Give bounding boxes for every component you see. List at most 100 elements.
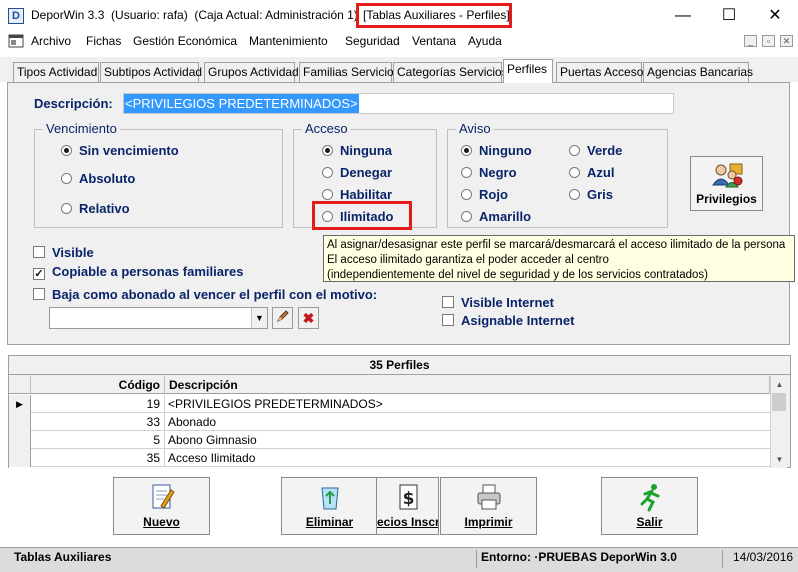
mdi-restore-button[interactable]: ▫ — [762, 35, 775, 47]
radio-rojo[interactable]: Rojo — [461, 187, 508, 202]
delete-motivo-button[interactable]: ✖ — [298, 307, 319, 329]
recycle-bin-icon — [282, 482, 377, 512]
checkbox-icon — [33, 288, 45, 300]
baja-checkbox[interactable]: Baja como abonado al vencer el perfil co… — [33, 287, 377, 302]
menu-mantenimiento[interactable]: Mantenimiento — [249, 34, 328, 48]
radio-label: Relativo — [79, 201, 130, 216]
radio-icon — [569, 145, 580, 156]
grid-title: 35 Perfiles — [9, 356, 790, 375]
imprimir-button[interactable]: Imprimir — [440, 477, 537, 535]
mdi-close-button[interactable]: ✕ — [780, 35, 793, 47]
edit-motivo-button[interactable] — [272, 307, 293, 329]
visible-checkbox[interactable]: Visible — [33, 245, 94, 260]
menu-seguridad[interactable]: Seguridad — [345, 34, 400, 48]
radio-ninguno[interactable]: Ninguno — [461, 143, 532, 158]
status-divider — [722, 550, 723, 568]
radio-ninguna[interactable]: Ninguna — [322, 143, 392, 158]
privilegios-button[interactable]: Privilegios — [690, 156, 763, 211]
aviso-group: Aviso Ninguno Negro Rojo Amarillo Verde … — [447, 121, 668, 228]
menu-archivo[interactable]: Archivo — [31, 34, 71, 48]
maximize-button[interactable]: ☐ — [706, 0, 752, 31]
checkmark-icon: ✓ — [33, 268, 45, 280]
radio-icon — [61, 203, 72, 214]
exit-runner-icon — [602, 482, 697, 512]
vencimiento-group: Vencimiento Sin vencimiento Absoluto Rel… — [34, 121, 283, 228]
scroll-up-icon[interactable]: ▲ — [771, 376, 788, 393]
radio-verde[interactable]: Verde — [569, 143, 622, 158]
tab-tipos-actividad[interactable]: Tipos Actividad — [13, 62, 99, 82]
radio-sin-vencimiento[interactable]: Sin vencimiento — [61, 143, 179, 158]
salir-label: Salir — [636, 515, 663, 529]
tab-familias-servicios[interactable]: Familias Servicios — [299, 62, 400, 82]
tooltip-line: El acceso ilimitado garantiza el poder a… — [327, 254, 609, 266]
radio-label: Denegar — [340, 165, 393, 180]
radio-selected-icon — [322, 145, 333, 156]
tab-categorias-servicios[interactable]: Categorías Servicios — [393, 62, 508, 82]
radio-gris[interactable]: Gris — [569, 187, 613, 202]
tab-subtipos-actividad[interactable]: Subtipos Actividad — [100, 62, 202, 82]
nuevo-button[interactable]: Nuevo — [113, 477, 210, 535]
precios-inscripcion-button[interactable]: $ ecios Inscri — [376, 477, 439, 535]
radio-label: Azul — [587, 165, 615, 180]
tab-agencias-bancarias[interactable]: Agencias Bancarias — [643, 62, 753, 82]
asignable-internet-checkbox[interactable]: Asignable Internet — [442, 313, 574, 328]
status-entorno: Entorno: ·PRUEBAS DeporWin 3.0 — [481, 550, 677, 564]
visible-internet-checkbox[interactable]: Visible Internet — [442, 295, 554, 310]
table-row[interactable]: 33 Abonado — [9, 413, 770, 431]
radio-habilitar[interactable]: Habilitar — [322, 187, 392, 202]
radio-selected-icon — [461, 145, 472, 156]
mdi-child-icon[interactable] — [8, 34, 24, 48]
radio-denegar[interactable]: Denegar — [322, 165, 392, 180]
descripcion-input[interactable]: <PRIVILEGIOS PREDETERMINADOS> — [123, 93, 674, 114]
tab-puertas-acceso[interactable]: Puertas Acceso — [556, 62, 643, 82]
menu-label: Mantenimiento — [249, 34, 328, 48]
perfiles-grid[interactable]: Código Descripción ▶ 19 <PRIVILEGIOS PRE… — [9, 376, 770, 468]
cell-codigo: 19 — [31, 395, 165, 413]
column-header-codigo[interactable]: Código — [31, 376, 165, 394]
menu-label: Gestión Económica — [133, 34, 238, 48]
radio-icon — [461, 167, 472, 178]
scroll-down-icon[interactable]: ▼ — [771, 451, 788, 468]
radio-azul[interactable]: Azul — [569, 165, 614, 180]
column-header-descripcion[interactable]: Descripción — [165, 376, 770, 394]
ilimitado-tooltip: Al asignar/desasignar este perfil se mar… — [323, 235, 795, 282]
acceso-title: Acceso — [302, 121, 351, 136]
menu-gestion-economica[interactable]: Gestión Económica — [133, 34, 237, 48]
radio-label: Absoluto — [79, 171, 136, 186]
scroll-thumb[interactable] — [772, 393, 786, 411]
copiable-checkbox[interactable]: ✓ Copiable a personas familiares — [33, 264, 243, 280]
radio-negro[interactable]: Negro — [461, 165, 517, 180]
tab-perfiles[interactable]: Perfiles — [503, 59, 553, 83]
privilegios-label: Privilegios — [696, 192, 757, 206]
grid-scrollbar[interactable]: ▲ ▼ — [770, 376, 787, 468]
chevron-down-icon[interactable]: ▼ — [251, 308, 267, 328]
menu-ventana[interactable]: Ventana — [412, 34, 456, 48]
new-icon — [114, 482, 209, 512]
close-button[interactable]: ✕ — [752, 0, 798, 31]
row-indicator — [9, 413, 31, 431]
radio-relativo[interactable]: Relativo — [61, 201, 130, 216]
motivo-combo[interactable]: ▼ — [49, 307, 268, 329]
app-icon[interactable]: D — [8, 8, 24, 24]
vencimiento-title: Vencimiento — [43, 121, 120, 136]
radio-icon — [61, 173, 72, 184]
delete-icon: ✖ — [302, 310, 315, 326]
radio-absoluto[interactable]: Absoluto — [61, 171, 135, 186]
checkbox-icon — [442, 296, 454, 308]
grid-indicator-header — [9, 376, 31, 394]
menu-ayuda[interactable]: Ayuda — [468, 34, 502, 48]
title-highlight-box: [Tablas Auxiliares - Perfiles] — [356, 3, 512, 28]
mdi-minimize-button[interactable]: _ — [744, 35, 757, 47]
menu-fichas[interactable]: Fichas — [86, 34, 121, 48]
eliminar-button[interactable]: Eliminar — [281, 477, 378, 535]
table-row[interactable]: ▶ 19 <PRIVILEGIOS PREDETERMINADOS> — [9, 395, 770, 413]
radio-amarillo[interactable]: Amarillo — [461, 209, 531, 224]
cell-codigo: 35 — [31, 449, 165, 467]
status-module: Tablas Auxiliares — [14, 550, 112, 564]
minimize-button[interactable]: — — [660, 0, 706, 31]
tab-grupos-actividad[interactable]: Grupos Actividad — [204, 62, 299, 82]
cell-descripcion: Abonado — [168, 415, 217, 429]
salir-button[interactable]: Salir — [601, 477, 698, 535]
table-row[interactable]: 5 Abono Gimnasio — [9, 431, 770, 449]
table-row[interactable]: 35 Acceso Ilimitado — [9, 449, 770, 467]
